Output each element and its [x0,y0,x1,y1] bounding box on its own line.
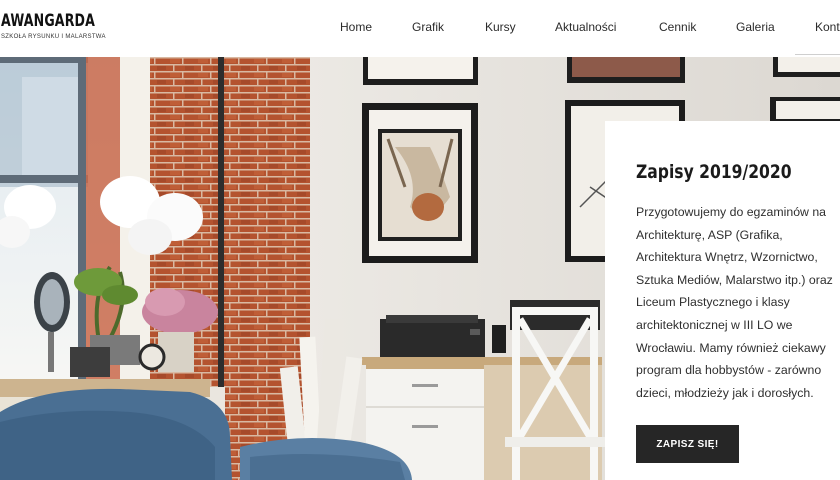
card-line: dzieci, młodzieży jak i dorosłych. [636,385,814,400]
nav-item-aktualnosci[interactable]: Aktualności [555,20,616,34]
card-description: Przygotowujemy do egzaminów na Architekt… [636,201,840,404]
card-line: architektonicznej w III LO we [636,317,793,332]
logo-title: AWANGARDA [1,11,96,31]
signup-button[interactable]: ZAPISZ SIĘ! [636,425,739,463]
nav-item-cennik[interactable]: Cennik [659,20,696,34]
card-line: Przygotowujemy do egzaminów na [636,205,827,219]
logo-tagline: SZKOŁA RYSUNKU I MALARSTWA [1,34,106,40]
card-title: Zapisy 2019/2020 [636,161,792,183]
card-line: Wrocławiu. Mamy również ciekawy [636,340,826,355]
nav-item-home[interactable]: Home [340,20,372,34]
enrolment-card: Zapisy 2019/2020 Przygotowujemy do egzam… [605,121,840,480]
card-line: Liceum Plastycznego i klasy [636,295,790,310]
card-line: Architekturę, ASP (Grafika, [636,227,783,242]
nav-item-grafik[interactable]: Grafik [412,20,444,34]
nav-item-galeria[interactable]: Galeria [736,20,775,34]
nav-item-kursy[interactable]: Kursy [485,20,516,34]
site-header: AWANGARDA SZKOŁA RYSUNKU I MALARSTWA Hom… [0,0,840,57]
card-line: program dla hobbystów - zarówno [636,363,822,378]
card-line: Architektura Wnętrz, Wzornictwo, [636,250,818,265]
nav-active-underline [795,54,840,55]
card-line: Sztuka Mediów, Malarstwo itp.) oraz [636,272,833,287]
site-logo[interactable]: AWANGARDA SZKOŁA RYSUNKU I MALARSTWA [0,11,106,45]
nav-item-kontakt[interactable]: Kont [815,20,840,34]
